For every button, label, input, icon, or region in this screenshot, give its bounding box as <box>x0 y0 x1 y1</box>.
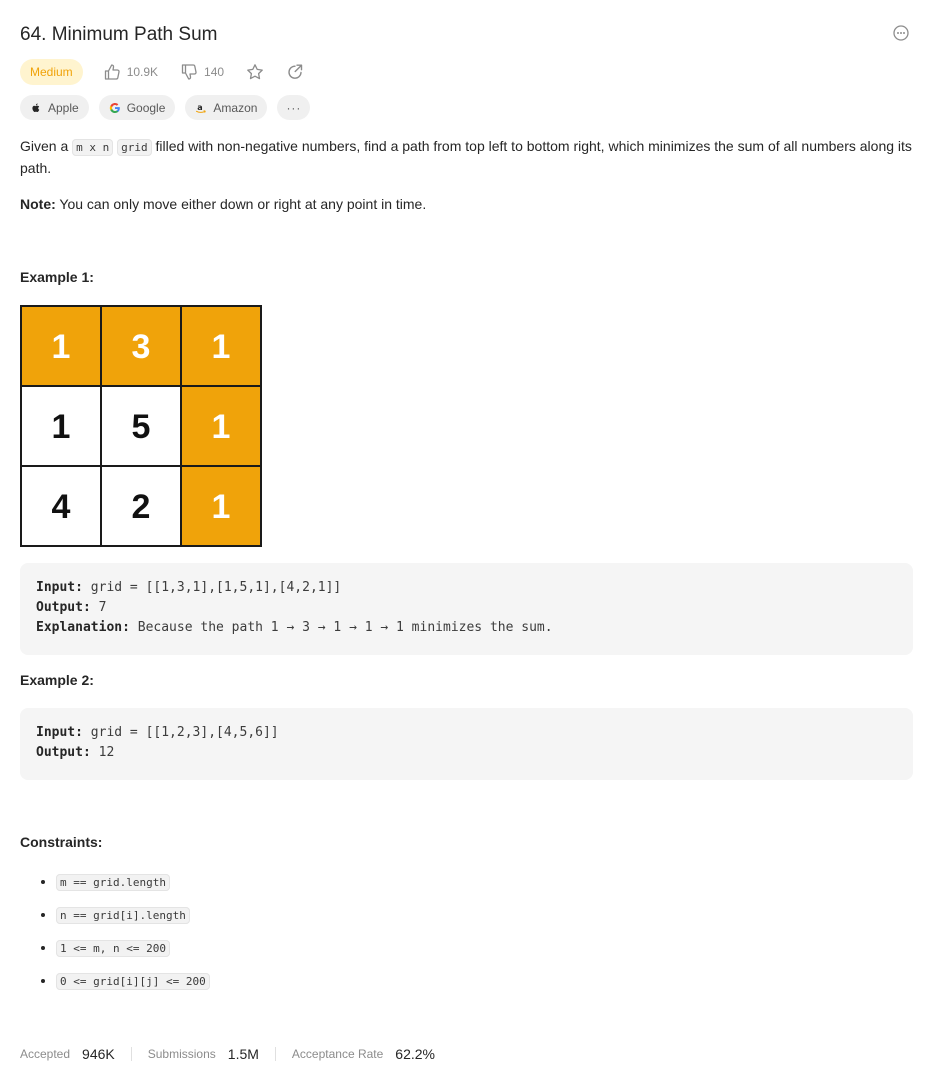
input-label: Input: <box>36 580 83 595</box>
problem-title[interactable]: 64. Minimum Path Sum <box>20 22 913 48</box>
grid-cell-value: 1 <box>52 328 71 366</box>
constraint-code: n == grid[i].length <box>56 907 190 924</box>
more-tags-button[interactable]: ··· <box>277 95 311 120</box>
list-item: m == grid.length <box>56 868 210 901</box>
output-value: 12 <box>90 745 115 760</box>
star-icon <box>247 64 263 80</box>
input-value: grid = [[1,2,3],[4,5,6]] <box>82 725 279 740</box>
like-count: 10.9K <box>126 65 159 79</box>
problem-description: Given a m x n grid filled with non-negat… <box>20 136 913 179</box>
grid-cell-value: 2 <box>132 488 151 526</box>
tag-label: Apple <box>48 100 79 115</box>
submission-stats: Accepted 946K Submissions 1.5M Acceptanc… <box>20 1044 435 1064</box>
like-button[interactable]: 10.9K <box>103 63 158 81</box>
thumbs-down-icon <box>181 64 197 80</box>
grid-cell-value: 1 <box>212 488 231 526</box>
title-row: 64. Minimum Path Sum <box>20 22 913 48</box>
input-label: Input: <box>36 725 83 740</box>
explanation-value: Because the path 1 → 3 → 1 → 1 → 1 minim… <box>129 620 553 635</box>
inline-code: grid <box>117 139 152 156</box>
svg-text:a: a <box>198 103 203 112</box>
constraints-list: m == grid.length n == grid[i].length 1 <… <box>36 868 210 1000</box>
constraint-code: 0 <= grid[i][j] <= 200 <box>56 973 210 990</box>
difficulty-badge: Medium <box>20 59 83 85</box>
thumbs-up-icon <box>104 64 120 80</box>
tag-google[interactable]: Google <box>98 95 176 120</box>
input-line: Input: grid = [[1,2,3],[4,5,6]] <box>36 723 897 743</box>
output-line: Output: 12 <box>36 743 897 763</box>
constraint-code: m == grid.length <box>56 874 170 891</box>
constraint-code: 1 <= m, n <= 200 <box>56 940 170 957</box>
input-line: Input: grid = [[1,3,1],[1,5,1],[4,2,1]] <box>36 578 897 598</box>
acceptance-rate-label: Acceptance Rate <box>291 1047 384 1061</box>
acceptance-rate-value: 62.2% <box>395 1046 435 1062</box>
grid-cell-value: 4 <box>52 488 71 526</box>
output-line: Output: 7 <box>36 598 897 618</box>
note-text: You can only move either down or right a… <box>55 196 427 212</box>
google-icon <box>109 102 120 113</box>
apple-icon <box>32 103 40 112</box>
list-item: 0 <= grid[i][j] <= 200 <box>56 967 210 1000</box>
description-text: Given a <box>20 138 73 154</box>
accepted-label: Accepted <box>20 1047 71 1061</box>
grid-cell-value: 1 <box>212 408 231 446</box>
problem-note: Note: You can only move either down or r… <box>20 194 426 215</box>
grid-cell-value: 3 <box>132 328 151 366</box>
example-1-heading: Example 1: <box>20 269 94 285</box>
output-label: Output: <box>36 600 91 615</box>
favorite-button[interactable] <box>246 63 264 81</box>
accepted-value: 946K <box>82 1046 115 1062</box>
inline-code: m x n <box>72 139 114 156</box>
example-1-code-block: Input: grid = [[1,3,1],[1,5,1],[4,2,1]] … <box>20 563 913 655</box>
example-2-heading: Example 2: <box>20 672 94 688</box>
problem-meta-row: Medium 10.9K 140 <box>20 59 326 85</box>
more-options-icon[interactable] <box>893 25 909 41</box>
description-text: filled with non-negative numbers, find a… <box>20 138 912 176</box>
share-icon <box>288 64 303 79</box>
list-item: 1 <= m, n <= 200 <box>56 934 210 967</box>
example-grid-figure: 1 3 1 1 5 1 4 2 1 <box>20 305 262 547</box>
output-value: 7 <box>90 600 107 615</box>
constraints-heading: Constraints: <box>20 834 103 850</box>
share-button[interactable] <box>286 63 304 81</box>
grid-cell-value: 5 <box>132 408 151 446</box>
dislike-count: 140 <box>204 65 225 79</box>
tag-label: Google <box>126 100 166 115</box>
list-item: n == grid[i].length <box>56 901 210 934</box>
stats-divider <box>130 1047 132 1061</box>
example-2-code-block: Input: grid = [[1,2,3],[4,5,6]] Output: … <box>20 708 913 780</box>
note-label: Note: <box>20 196 56 212</box>
more-icon: ··· <box>286 100 302 115</box>
submissions-label: Submissions <box>147 1047 216 1061</box>
stats-divider <box>274 1047 276 1061</box>
explanation-line: Explanation: Because the path 1 → 3 → 1 … <box>36 618 897 638</box>
tag-label: Amazon <box>213 100 258 115</box>
submissions-value: 1.5M <box>227 1046 259 1062</box>
explanation-label: Explanation: <box>36 620 130 635</box>
output-label: Output: <box>36 745 91 760</box>
tag-apple[interactable]: Apple <box>20 95 89 120</box>
input-value: grid = [[1,3,1],[1,5,1],[4,2,1]] <box>82 580 342 595</box>
tag-amazon[interactable]: a Amazon <box>185 95 268 120</box>
dislike-button[interactable]: 140 <box>180 63 224 81</box>
grid-cell-value: 1 <box>212 328 231 366</box>
amazon-icon: a <box>196 103 207 113</box>
grid-cell-value: 1 <box>52 408 71 446</box>
company-tags: Apple Google a Amazon ··· <box>20 95 320 120</box>
